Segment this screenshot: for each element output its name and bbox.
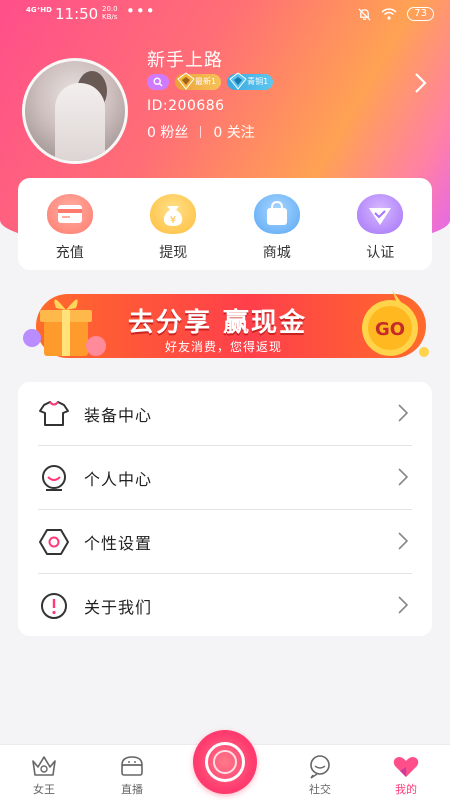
quick-action-withdraw[interactable]: ¥ 提现 — [133, 194, 213, 262]
quick-action-label: 充值 — [55, 245, 84, 261]
clock: 11:50 — [55, 5, 99, 23]
follow-stats: 0 粉丝 0 关注 — [147, 122, 255, 142]
quick-action-label: 提现 — [159, 245, 188, 261]
start-live-button[interactable] — [193, 730, 257, 794]
status-bar: 4G⁺HD 11:50 20.0 KB/s ••• 73 — [0, 0, 450, 30]
hexagon-settings-icon — [39, 529, 69, 555]
live-cake-icon — [121, 756, 143, 776]
nav-label: 直播 — [121, 783, 143, 796]
search-badge — [147, 74, 169, 90]
avatar[interactable] — [22, 58, 128, 164]
shopping-bag-icon — [253, 194, 300, 234]
svg-text:¥: ¥ — [170, 215, 176, 226]
more-notifications: ••• — [126, 2, 156, 20]
tshirt-icon — [39, 401, 69, 426]
chevron-right-icon — [398, 532, 408, 550]
diamond-gem-icon — [229, 72, 247, 90]
quick-action-verify[interactable]: 认证 — [340, 194, 420, 262]
crown-gem-icon — [177, 72, 195, 90]
heart-mine-icon — [393, 757, 419, 777]
user-id: ID:200686 — [147, 98, 225, 114]
quick-action-label: 商城 — [262, 245, 291, 261]
gift-box-icon — [23, 299, 106, 356]
go-coin-icon[interactable]: GO — [352, 286, 434, 366]
fans-count[interactable]: 0 粉丝 — [147, 122, 188, 142]
nav-label: 我的 — [395, 783, 417, 796]
quick-action-mall[interactable]: 商城 — [237, 194, 317, 262]
battery-indicator: 73 — [407, 7, 434, 21]
menu-item-personal-center[interactable]: 个人中心 — [38, 446, 412, 510]
menu-item-label: 个性设置 — [84, 534, 153, 553]
money-bag-icon: ¥ — [150, 194, 197, 234]
network-speed-value: 20.0 — [102, 5, 118, 13]
person-icon — [42, 465, 66, 491]
nav-label: 女王 — [33, 783, 55, 796]
nav-item-live[interactable]: 直播 — [102, 753, 162, 797]
menu-item-equipment-center[interactable]: 装备中心 — [38, 382, 412, 446]
nav-item-mine[interactable]: 我的 — [376, 753, 436, 797]
quick-action-recharge[interactable]: 充值 — [30, 194, 110, 262]
queen-icon — [32, 756, 56, 776]
bell-off-icon — [358, 7, 371, 21]
wifi-icon — [381, 8, 397, 20]
chevron-right-icon — [398, 404, 408, 422]
chevron-right-icon — [398, 596, 408, 614]
nav-label: 社交 — [309, 783, 331, 796]
signal-indicator: 4G⁺HD — [26, 6, 52, 14]
username: 新手上路 — [147, 50, 223, 71]
menu-card: 装备中心 个人中心 个性设置 关于我们 — [18, 382, 432, 636]
menu-item-about-us[interactable]: 关于我们 — [38, 574, 412, 638]
nav-item-queen[interactable]: 女王 — [14, 753, 74, 797]
rank-badge: 青铜1 — [227, 72, 274, 90]
quick-action-label: 认证 — [366, 245, 395, 261]
chevron-right-icon[interactable] — [414, 72, 428, 94]
chevron-right-icon — [398, 468, 408, 486]
stats-divider — [200, 126, 202, 138]
banner-subtitle: 好友消费，您得返现 — [165, 340, 283, 354]
info-exclamation-icon — [41, 593, 67, 619]
menu-item-label: 装备中心 — [84, 406, 153, 425]
social-chat-icon — [310, 755, 330, 779]
banner-title: 去分享 赢现金 — [128, 308, 308, 338]
badge-row: 最新1 青铜1 — [147, 72, 274, 90]
search-icon — [153, 77, 163, 87]
card-icon — [46, 194, 93, 234]
go-label: GO — [375, 319, 405, 340]
network-speed: 20.0 KB/s — [102, 5, 118, 21]
menu-item-label: 关于我们 — [84, 598, 153, 617]
nav-item-social[interactable]: 社交 — [290, 753, 350, 797]
level-badge-label: 最新1 — [195, 77, 217, 86]
rank-badge-label: 青铜1 — [247, 77, 269, 86]
level-badge: 最新1 — [175, 72, 222, 90]
following-count[interactable]: 0 关注 — [213, 122, 254, 142]
diamond-icon — [357, 194, 404, 234]
menu-item-label: 个人中心 — [84, 470, 153, 489]
quick-actions-card: 充值 ¥ 提现 商城 认证 — [18, 178, 432, 270]
menu-item-personalization[interactable]: 个性设置 — [38, 510, 412, 574]
share-banner[interactable]: 去分享 赢现金 好友消费，您得返现 GO — [0, 282, 450, 368]
network-speed-unit: KB/s — [102, 13, 118, 21]
